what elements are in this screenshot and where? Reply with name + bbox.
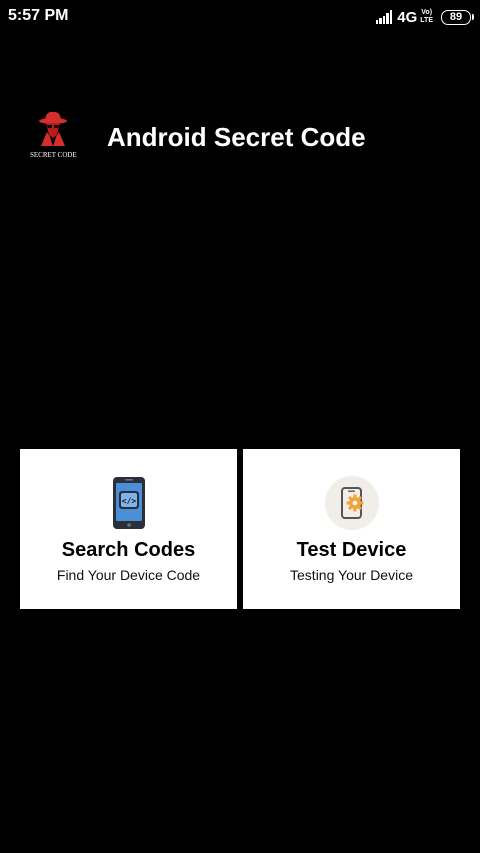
phone-gear-icon <box>324 475 380 531</box>
status-bar: 5:57 PM 4G Vo) LTE 89 <box>0 0 480 34</box>
volte-top-label: Vo) <box>421 9 433 16</box>
signal-icon <box>375 10 394 24</box>
search-codes-title: Search Codes <box>61 539 196 561</box>
app-header: SECRET CODE Android Secret Code <box>0 108 480 172</box>
status-icons: 4G Vo) LTE 89 <box>375 7 474 27</box>
search-codes-subtitle: Find Your Device Code <box>56 567 201 583</box>
battery-icon: 89 <box>441 9 474 25</box>
svg-text:</>: </> <box>121 497 136 506</box>
test-device-subtitle: Testing Your Device <box>290 567 413 583</box>
test-device-card[interactable]: Test Device Testing Your Device <box>243 449 460 609</box>
menu-cards: </> Search Codes Find Your Device Code T… <box>20 449 460 609</box>
app-title: Android Secret Code <box>107 122 366 152</box>
search-codes-card[interactable]: </> Search Codes Find Your Device Code <box>20 449 237 609</box>
phone-code-icon: </> <box>101 475 157 531</box>
volte-bottom-label: LTE <box>420 17 433 24</box>
volte-icon: Vo) LTE <box>420 9 433 25</box>
status-time: 5:57 PM <box>8 7 69 24</box>
logo-text: SECRET CODE <box>30 151 77 159</box>
network-type-label: 4G <box>397 8 418 26</box>
battery-level: 89 <box>449 11 463 23</box>
app-logo: SECRET CODE <box>30 108 77 164</box>
spy-hat-icon <box>39 111 67 146</box>
test-device-title: Test Device <box>296 539 407 561</box>
